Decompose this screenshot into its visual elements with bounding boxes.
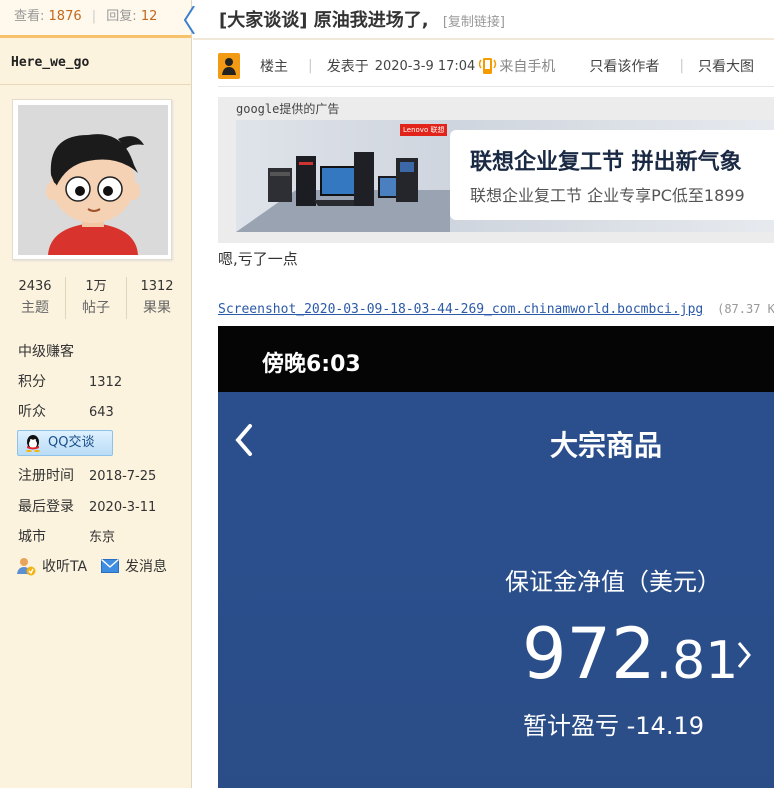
follow-user-icon [17,558,36,576]
attachment: Screenshot_2020-03-09-18-03-44-269_com.c… [218,302,774,317]
views-label: 查看: [14,9,45,24]
post-meta: 楼主 | 发表于 2020-3-9 17:04 来自手机 只看该作者 | 只看大… [218,52,774,80]
only-big-images-link[interactable]: 只看大图 [698,56,754,76]
meta-separator: | [679,58,685,74]
info-value: 1312 [89,375,123,390]
phone-app-body: 大宗商品 保证金净值（美元） 972.81 暂计盈亏 -14.19 [218,392,774,788]
ad-label: google提供的广告 [236,102,340,116]
follow-label: 收听TA [42,559,88,575]
margin-net-value-label: 保证金净值（美元） [505,568,721,596]
title-divider [193,38,774,40]
info-key: 注册时间 [18,468,74,484]
info-city: 城市 东京 [18,526,115,546]
qq-chat-label: QQ交谈 [48,435,95,450]
avatar[interactable] [12,99,172,260]
avatar-image [18,105,168,255]
info-last-login: 最后登录 2020-3-11 [18,496,156,516]
margin-net-value: 972.81 [522,614,738,701]
count-value: 2436 [18,279,52,294]
attached-screenshot[interactable]: 傍晚6:03 大宗商品 保证金净值（美元） 972.81 暂计盈亏 -14.19 [218,326,774,788]
thread-title: [大家谈谈] 原油我进场了, [复制链接] [219,6,505,32]
post-time: 2020-3-9 17:04 [374,58,476,74]
phone-status-bar: 傍晚6:03 [218,326,774,392]
info-value: 2018-7-25 [89,469,157,484]
margin-value-int: 972 [522,613,656,695]
count-label: 帖子 [82,300,110,316]
qq-chat-button[interactable]: QQ交谈 [17,430,113,456]
mobile-phone-icon [479,58,497,74]
author-divider [0,84,192,85]
meta-separator: | [308,58,313,74]
caret-left-icon [183,6,195,34]
count-value: 1312 [140,279,174,294]
ad-headline: 联想企业复工节 拼出新气象 [470,150,742,175]
author-actions: 收听TA 发消息 [16,556,181,576]
lenovo-brand-tag: Lenovo 联想 [400,124,448,136]
thread-title-text: [大家谈谈] 原油我进场了, [219,10,429,31]
replies-label: 回复: [106,9,137,24]
replies-count: 12 [140,9,158,24]
user-rank[interactable]: 中级赚客 [18,341,74,361]
copy-link-button[interactable]: [复制链接] [443,15,505,30]
count-label: 主题 [21,300,49,316]
only-author-link[interactable]: 只看该作者 [589,56,659,76]
author-name[interactable]: Here_we_go [11,55,89,70]
phone-status-time: 傍晚6:03 [262,352,361,377]
message-label: 发消息 [125,559,168,575]
ad-container: google提供的广告 Lenovo 联想 联想企业复工节 拼出新气象 联想企业… [218,97,774,243]
envelope-icon [101,559,120,573]
count-label: 果果 [143,300,171,316]
qq-penguin-icon [26,435,40,452]
send-message-button[interactable]: 发消息 [101,556,167,576]
info-key: 积分 [18,374,46,390]
stats-separator: | [91,9,97,24]
info-key: 听众 [18,404,46,420]
ad-banner[interactable]: Lenovo 联想 联想企业复工节 拼出新气象 联想企业复工节 企业专享PC低至… [236,120,774,232]
thread-stats: 查看: 1876 | 回复: 12 [0,0,191,38]
floor-label[interactable]: 楼主 [260,56,288,76]
info-registered: 注册时间 2018-7-25 [18,465,156,485]
post-text: 嗯,亏了一点 [218,250,298,268]
tentative-pnl: 暂计盈亏 -14.19 [523,712,704,740]
floor-user-icon [218,53,240,79]
posted-prefix: 发表于 [326,59,369,75]
from-mobile-label: 来自手机 [499,59,556,75]
info-listeners: 听众 643 [18,401,114,421]
author-sidebar: 查看: 1876 | 回复: 12 Here_we_go 2436 主题 1万 … [0,0,192,788]
margin-value-dec: .81 [655,631,739,691]
ad-subline: 联想企业复工节 企业专享PC低至1899 [470,186,745,205]
back-arrow-icon [235,424,252,456]
views-count: 1876 [48,9,82,24]
info-key: 最后登录 [18,499,74,515]
author-counts: 2436 主题 1万 帖子 1312 果果 [5,277,187,319]
count-fruits[interactable]: 1312 果果 [127,277,187,319]
meta-divider [218,86,774,87]
count-topics[interactable]: 2436 主题 [5,277,66,319]
info-value[interactable]: 643 [89,405,114,420]
phone-page-title: 大宗商品 [550,429,663,462]
count-posts[interactable]: 1万 帖子 [66,277,127,319]
from-mobile[interactable]: 来自手机 [479,55,555,77]
avatar-cartoon-icon [18,105,168,255]
follow-button[interactable]: 收听TA [16,556,87,576]
post-main: [大家谈谈] 原油我进场了, [复制链接] 楼主 | 发表于 2020-3-9 … [183,0,774,788]
attachment-link[interactable]: Screenshot_2020-03-09-18-03-44-269_com.c… [218,302,703,317]
attachment-size: (87.37 KB) [717,302,774,316]
info-key: 城市 [18,529,46,545]
info-value: 2020-3-11 [89,500,157,515]
info-points: 积分 1312 [18,371,122,391]
rank-text: 中级赚客 [18,344,74,360]
computer-products-image [236,152,450,232]
count-value: 1万 [85,279,107,294]
ad-card: 联想企业复工节 拼出新气象 联想企业复工节 企业专享PC低至1899 [450,130,774,220]
chevron-right-icon [737,642,751,668]
info-value: 东京 [89,530,116,545]
